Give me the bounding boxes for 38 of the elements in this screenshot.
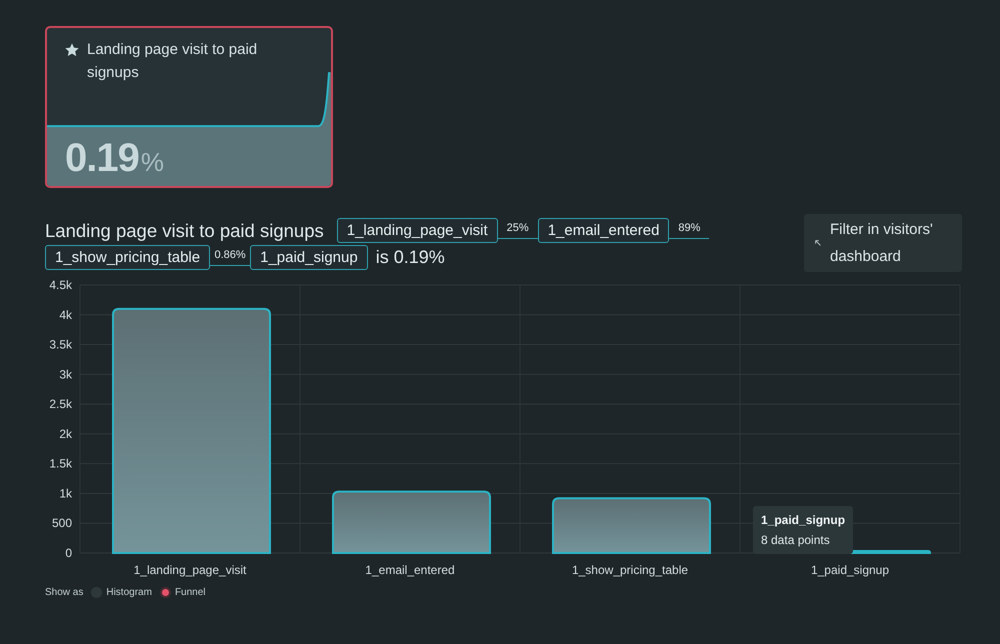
y-tick-label: 2.5k [49, 397, 72, 412]
y-tick-label: 4.5k [49, 280, 72, 292]
conversion-rate: 25% [506, 222, 529, 236]
y-tick-label: 500 [52, 516, 72, 530]
step-chip[interactable]: 1_paid_signup [250, 245, 368, 270]
star-icon[interactable] [64, 42, 80, 58]
tooltip-detail: 8 data points [761, 532, 831, 549]
x-axis-label: 1_show_pricing_table [572, 563, 688, 577]
x-axis-label: 1_email_entered [365, 563, 455, 577]
y-tick-label: 0 [65, 546, 72, 560]
arrow-icon [814, 239, 822, 247]
y-tick-label: 4k [59, 308, 72, 322]
filter-button[interactable]: Filter in visitors' dashboard [804, 214, 962, 272]
radio-option[interactable]: Histogram [91, 587, 152, 598]
insight-card[interactable]: Landing page visit to paid signups 0.19% [45, 26, 333, 188]
x-axis-label: 1_landing_page_visit [134, 563, 246, 577]
card-title: Landing page visit to paid signups [87, 40, 258, 83]
y-tick-label: 1.5k [49, 456, 72, 471]
conversion-rate: 0.86% [214, 248, 246, 262]
metric-value: 0.19 [65, 136, 139, 181]
x-axis-label: 1_paid_signup [810, 563, 890, 577]
funnel-title: Landing page visit to paid signups [45, 220, 324, 242]
step-chip[interactable]: 1_landing_page_visit [336, 218, 498, 243]
bar[interactable] [332, 490, 491, 554]
metric-unit: % [140, 147, 164, 178]
radio-option[interactable]: Funnel [160, 587, 206, 598]
bar[interactable] [112, 308, 271, 554]
y-tick-label: 2k [59, 426, 72, 441]
show-as-label: Show as [45, 587, 84, 598]
funnel-result: is 0.19% [376, 247, 445, 268]
bar[interactable] [552, 497, 711, 554]
y-tick-label: 1k [59, 486, 72, 500]
y-tick-label: 3.5k [49, 338, 72, 352]
y-tick-label: 3k [59, 367, 72, 382]
step-chip[interactable]: 1_email_entered [538, 218, 670, 243]
conversion-rate: 89% [678, 222, 700, 236]
tooltip-title: 1_paid_signup [761, 512, 846, 529]
step-chip[interactable]: 1_show_pricing_table [45, 245, 210, 270]
